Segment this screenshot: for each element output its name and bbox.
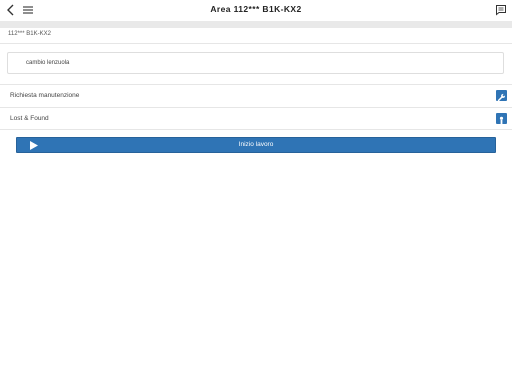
lost-found-icon — [499, 116, 504, 125]
lost-found-label: Lost & Found — [10, 115, 49, 122]
maintenance-request-label: Richiesta manutenzione — [10, 92, 80, 99]
task-note-box: cambio lenzuola — [7, 52, 504, 74]
start-work-label: Inizio lavoro — [238, 141, 274, 148]
chat-message-icon[interactable] — [495, 4, 507, 16]
maintenance-request-row[interactable]: Richiesta manutenzione — [0, 84, 512, 107]
lost-found-row[interactable]: Lost & Found — [0, 107, 512, 130]
header-divider — [0, 21, 512, 28]
start-work-button[interactable]: Inizio lavoro — [16, 137, 496, 153]
task-note-text: cambio lenzuola — [26, 60, 70, 66]
lost-found-button[interactable] — [496, 113, 507, 125]
maintenance-request-button[interactable] — [496, 90, 507, 102]
divider — [0, 43, 512, 44]
room-subtitle: 112*** B1K-KX2 — [8, 31, 51, 37]
page-title: Area 112*** B1K-KX2 — [210, 4, 302, 14]
wrench-icon — [497, 93, 506, 102]
top-bar: Area 112*** B1K-KX2 — [0, 0, 512, 21]
